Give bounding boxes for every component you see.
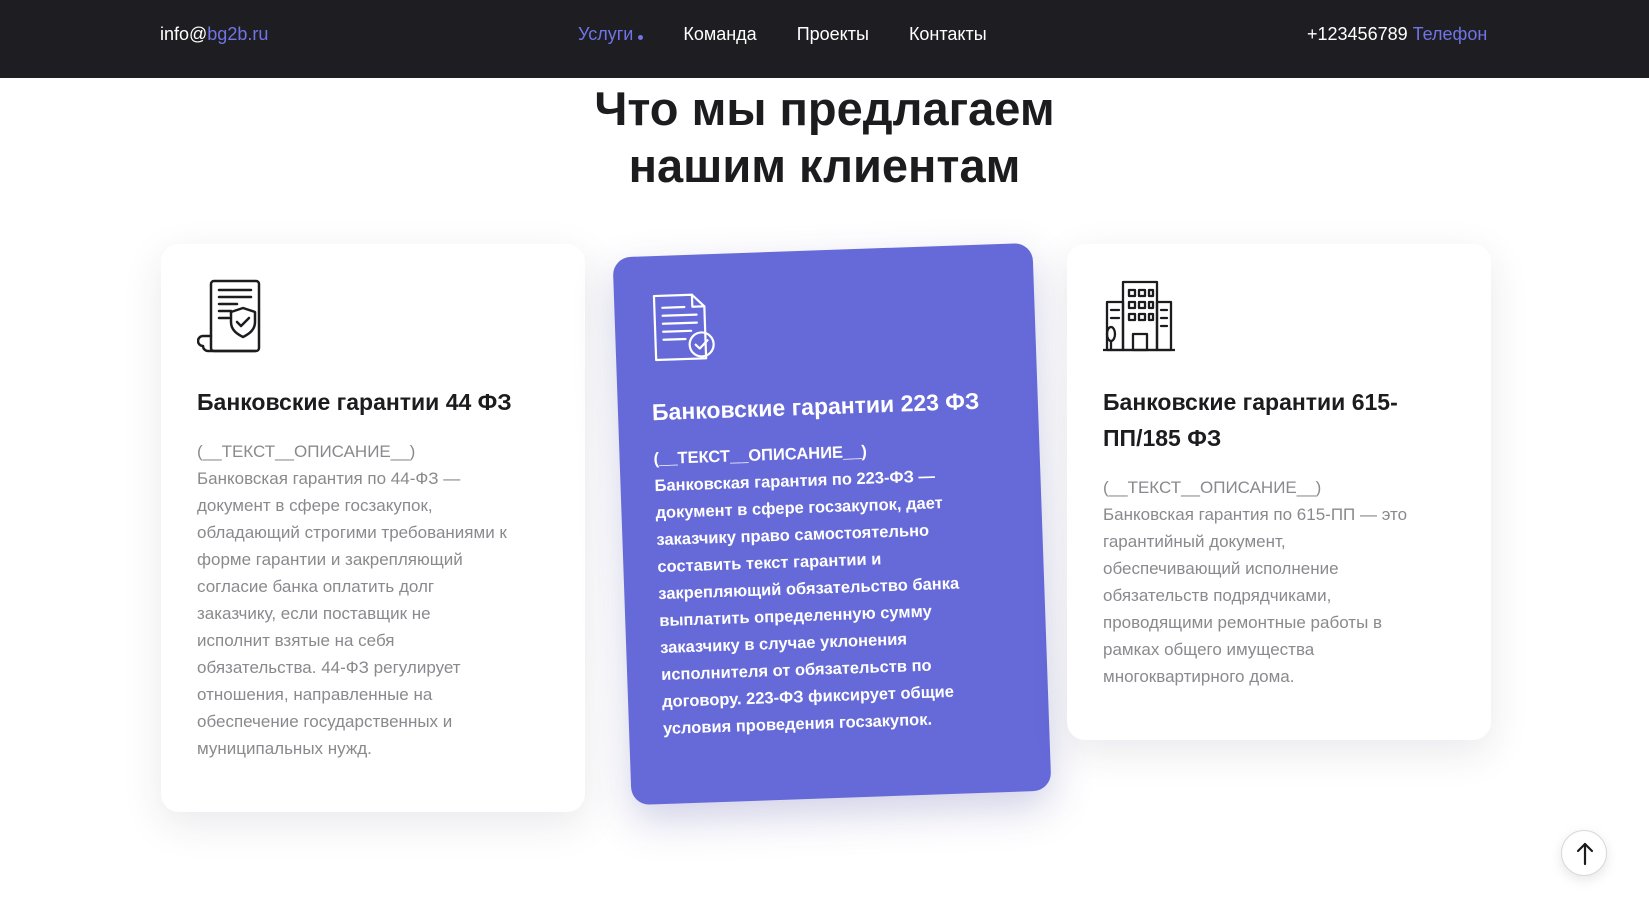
text-line: отношения, направленные на (197, 685, 433, 704)
card-description: (__ТЕКСТ__ОПИСАНИЕ__) Банковская гаранти… (1103, 474, 1443, 690)
text-line: обеспечение государственных и (197, 712, 453, 731)
card-title: Банковские гарантии 615- ПП/185 ФЗ (1103, 384, 1463, 456)
section-title-line2: нашим клиентам (628, 139, 1021, 192)
text-line: Банковская гарантия по 44-ФЗ — (197, 469, 461, 488)
site-header: info@bg2b.ru Услуги Команда Проекты Конт… (0, 0, 1649, 78)
text-line: форме гарантии и закрепляющий (197, 550, 463, 569)
text-line: обязательств подрядчиками, (1103, 586, 1332, 605)
text-line: обеспечивающий исполнение (1103, 559, 1339, 578)
text-line: многоквартирного дома. (1103, 667, 1295, 686)
nav-item-contacts[interactable]: Контакты (909, 24, 987, 45)
phone-link[interactable]: +123456789 Телефон (1307, 24, 1487, 45)
nav-item-projects[interactable]: Проекты (797, 24, 869, 45)
section-title: Что мы предлагаем нашим клиентам (0, 80, 1649, 194)
nav-item-services-label: Услуги (578, 24, 634, 44)
nav-item-team[interactable]: Команда (683, 24, 756, 45)
phone-label: Телефон (1412, 24, 1488, 44)
text-line: Банковская гарантия по 615-ПП — это (1103, 505, 1408, 524)
card-description: (__ТЕКСТ__ОПИСАНИЕ__) Банковская гаранти… (197, 438, 557, 762)
text-line: рамках общего имущества (1103, 640, 1315, 659)
service-card-44fz[interactable]: Банковские гарантии 44 ФЗ (__ТЕКСТ__ОПИС… (161, 244, 585, 812)
text-line: исполнит взятые на себя (197, 631, 395, 650)
text-line: документ в сфере госзакупок, (197, 496, 433, 515)
buildings-icon (1101, 278, 1177, 354)
email-link[interactable]: info@bg2b.ru (160, 24, 268, 45)
service-card-223fz[interactable]: Банковские гарантии 223 ФЗ (__ТЕКСТ__ОПИ… (612, 242, 1052, 806)
card-title: Банковские гарантии 44 ФЗ (197, 389, 512, 415)
document-check-icon (650, 288, 719, 366)
card-title: Банковские гарантии 223 ФЗ (651, 387, 980, 426)
text-line: (__ТЕКСТ__ОПИСАНИЕ__) (1103, 478, 1322, 497)
document-shield-icon (196, 278, 263, 354)
email-domain: bg2b.ru (207, 24, 269, 44)
text-line: (__ТЕКСТ__ОПИСАНИЕ__) (197, 442, 416, 461)
text-line: муниципальных нужд. (197, 739, 372, 758)
card-title-line1: Банковские гарантии 615- (1103, 389, 1398, 415)
text-line: проводящими ремонтные работы в (1103, 613, 1383, 632)
text-line: заказчику, если поставщик не (197, 604, 431, 623)
text-line: обязательства. 44-ФЗ регулирует (197, 658, 461, 677)
email-user: info@ (160, 24, 208, 44)
text-line: гарантийный документ, (1103, 532, 1286, 551)
section-title-line1: Что мы предлагаем (594, 82, 1055, 135)
card-title-line2: ПП/185 ФЗ (1103, 425, 1222, 451)
arrow-up-icon (1576, 842, 1594, 866)
main-nav: Услуги Команда Проекты Контакты (578, 24, 987, 45)
scroll-top-button[interactable] (1561, 830, 1607, 876)
card-description: (__ТЕКСТ__ОПИСАНИЕ__) Банковская гаранти… (653, 434, 1013, 743)
text-line: обладающий строгими требованиями к (197, 523, 507, 542)
text-line: согласие банка оплатить долг (197, 577, 435, 596)
active-dot-icon (638, 34, 644, 40)
nav-item-services[interactable]: Услуги (578, 24, 644, 45)
service-card-615pp[interactable]: Банковские гарантии 615- ПП/185 ФЗ (__ТЕ… (1067, 244, 1491, 740)
phone-number: +123456789 (1307, 24, 1408, 44)
